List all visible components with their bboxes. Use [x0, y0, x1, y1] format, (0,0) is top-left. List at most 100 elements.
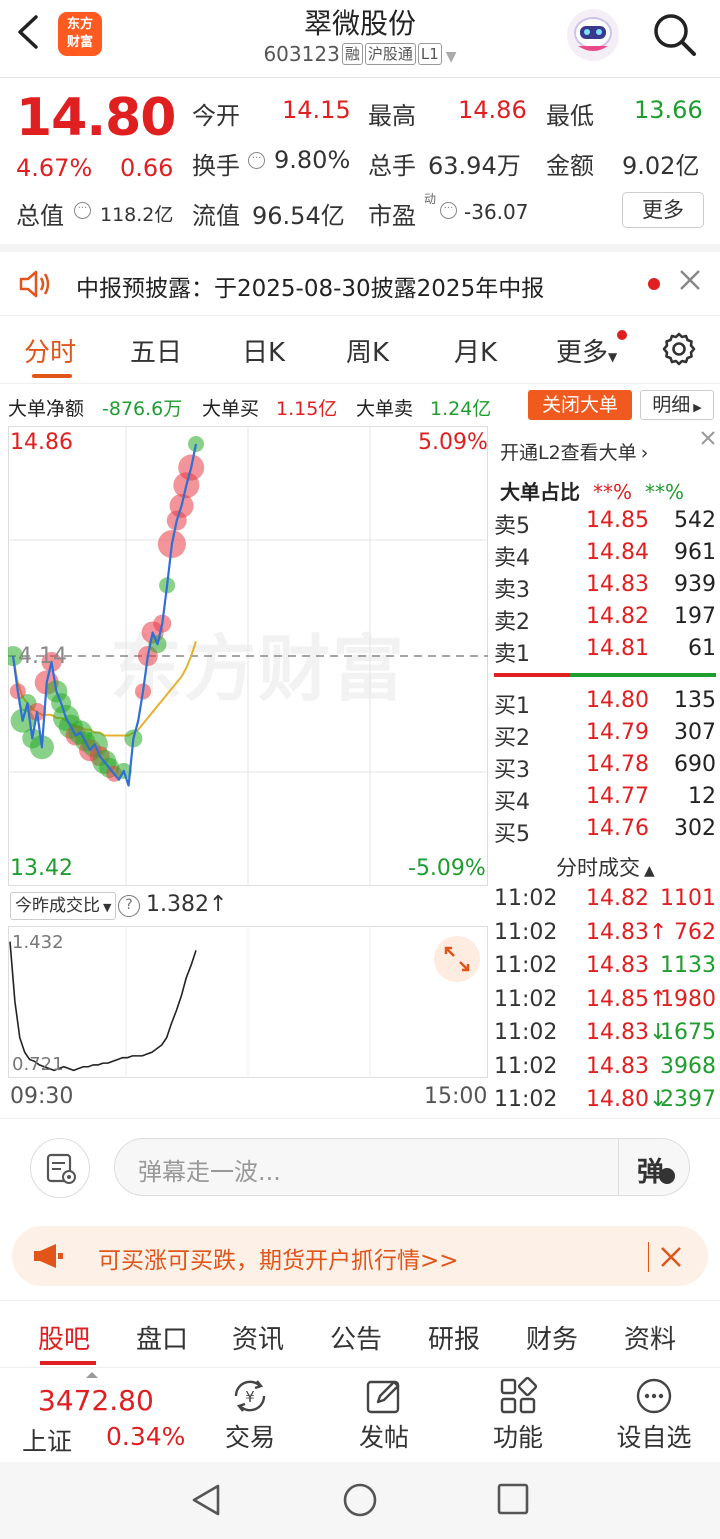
sell-level-label: 卖1 — [494, 642, 530, 667]
trade-time: 11:02 — [494, 1020, 558, 1045]
expand-icon[interactable] — [434, 936, 480, 982]
sell-level-volume: 61 — [688, 636, 716, 661]
gear-icon[interactable] — [660, 330, 698, 368]
index-change: 0.34% — [106, 1422, 186, 1451]
ratio-bottom-label: 0.721 — [12, 1054, 64, 1075]
time-end-label: 15:00 — [424, 1084, 488, 1109]
tab-guba[interactable]: 股吧 — [38, 1319, 90, 1356]
low-label: 最低 — [546, 102, 594, 130]
close-icon[interactable] — [698, 428, 718, 448]
big-order-ratio: 大单占比 **% **% — [500, 476, 684, 505]
close-icon[interactable] — [658, 1244, 684, 1270]
close-icon[interactable] — [678, 268, 702, 292]
change-percent: 4.67% — [16, 154, 93, 182]
buy-level-label: 买3 — [494, 758, 530, 783]
y-bottom-label: 13.42 — [10, 856, 73, 881]
trade-volume: 2397 — [660, 1087, 716, 1112]
comment-settings-icon[interactable] — [30, 1138, 90, 1198]
trades-title[interactable]: 分时成交 ▲ — [556, 852, 655, 882]
danmaku-badge-icon — [659, 1168, 675, 1184]
tab-profile[interactable]: 资料 — [624, 1319, 676, 1356]
help-icon[interactable]: ? — [118, 895, 140, 917]
close-big-order-button[interactable]: 关闭大单 — [528, 390, 632, 420]
tab-announcements[interactable]: 公告 — [330, 1319, 382, 1356]
post-button[interactable]: 发帖 — [334, 1374, 434, 1458]
nav-recents-icon[interactable] — [496, 1482, 530, 1516]
margin-tag: 融 — [341, 43, 363, 65]
intraday-chart[interactable] — [8, 426, 488, 886]
level-tag: L1 — [417, 43, 442, 65]
l2-upgrade-link[interactable]: 开通L2查看大单 › — [500, 438, 648, 465]
app-logo[interactable]: 东方 财富 — [58, 12, 102, 56]
volume-value: 63.94万 — [428, 152, 521, 180]
grid-icon — [500, 1376, 538, 1414]
tab-daily-k[interactable]: 日K — [242, 332, 285, 369]
trades-title-text: 分时成交 — [556, 856, 640, 880]
turnover-label: 换手 — [192, 152, 240, 180]
tab-finance[interactable]: 财务 — [526, 1319, 578, 1356]
logo-text-1: 东方 — [66, 17, 93, 32]
danmaku-label: 弹 — [637, 1157, 664, 1188]
nav-home-icon[interactable] — [342, 1482, 378, 1518]
nav-back-icon[interactable] — [188, 1482, 224, 1518]
trade-volume: 3968 — [660, 1053, 716, 1079]
net-value: -876.6万 — [102, 398, 183, 420]
robot-assistant-icon[interactable] — [566, 8, 620, 62]
tab-more-label: 更多 — [556, 338, 609, 368]
tab-monthly-k[interactable]: 月K — [454, 332, 497, 369]
detail-button[interactable]: 明细 ▶ — [640, 390, 714, 420]
ratio-selector[interactable]: 今昨成交比 ▼ — [10, 892, 117, 920]
trade-price-value: 14.83 — [586, 1053, 649, 1079]
sell-level-volume: 939 — [674, 572, 716, 597]
chevron-right-icon: › — [640, 442, 649, 464]
trade-time: 11:02 — [494, 953, 558, 978]
ratio-chart[interactable] — [8, 926, 488, 1078]
notice-text: 中报预披露：于2025-08-30披露2025年中报 — [76, 276, 545, 302]
buy-level-price: 14.76 — [586, 816, 649, 841]
tab-research[interactable]: 研报 — [428, 1319, 480, 1356]
dropdown-caret-icon[interactable]: ▼ — [446, 49, 457, 65]
current-price: 14.80 — [16, 88, 176, 148]
back-arrow-icon[interactable] — [14, 14, 44, 50]
notice-bar[interactable]: 中报预披露：于2025-08-30披露2025年中报 — [0, 244, 720, 316]
sell-level-volume: 197 — [674, 604, 716, 629]
tab-news[interactable]: 资讯 — [232, 1319, 284, 1356]
tab-weekly-k[interactable]: 周K — [346, 332, 389, 369]
high-value: 14.86 — [458, 96, 527, 124]
trade-price: 14.83 — [586, 1054, 649, 1079]
more-quote-button[interactable]: 更多 — [622, 192, 704, 228]
search-icon[interactable] — [650, 10, 698, 58]
pct-bottom-label: -5.09% — [408, 856, 486, 881]
tab-pankou[interactable]: 盘口 — [136, 1319, 188, 1356]
index-switch-caret-icon[interactable] — [86, 1372, 98, 1378]
buy-level-volume: 135 — [674, 688, 716, 713]
sell-level-price: 14.81 — [586, 636, 649, 661]
open-value: 14.15 — [282, 96, 351, 124]
info-icon[interactable]: ··· — [440, 202, 457, 219]
volume-ratio-line — [9, 941, 197, 1072]
buy-level-price: 14.78 — [586, 752, 649, 777]
ratio-green-value: **% — [644, 480, 684, 504]
tab-more[interactable]: 更多▼ — [556, 332, 617, 369]
function-button[interactable]: 功能 — [468, 1374, 568, 1458]
more-dots-icon — [636, 1378, 672, 1414]
big-sell-value: 1.24亿 — [430, 398, 492, 420]
detail-label: 明细 — [652, 394, 691, 416]
danmaku-button[interactable]: 弹 — [618, 1138, 690, 1196]
megaphone-icon — [34, 1244, 63, 1268]
sell-level-price: 14.83 — [586, 572, 649, 597]
trade-button[interactable]: ¥ 交易 — [200, 1374, 300, 1458]
mktcap-value: 118.2亿 — [100, 204, 174, 226]
info-icon[interactable]: ··· — [248, 152, 265, 169]
info-icon[interactable]: ··· — [74, 202, 91, 219]
tab-five-day[interactable]: 五日 — [130, 332, 182, 369]
active-tab-indicator — [40, 1361, 96, 1365]
index-value[interactable]: 3472.80 — [38, 1384, 154, 1417]
add-watchlist-button[interactable]: 设自选 — [604, 1374, 704, 1458]
sell-level-label: 卖5 — [494, 514, 530, 539]
buy-level-price: 14.80 — [586, 688, 649, 713]
tab-intraday[interactable]: 分时 — [24, 332, 76, 369]
post-label: 发帖 — [358, 1423, 409, 1452]
mktcap-label: 总值 — [16, 202, 64, 230]
pe-superscript: 动 — [424, 192, 437, 206]
